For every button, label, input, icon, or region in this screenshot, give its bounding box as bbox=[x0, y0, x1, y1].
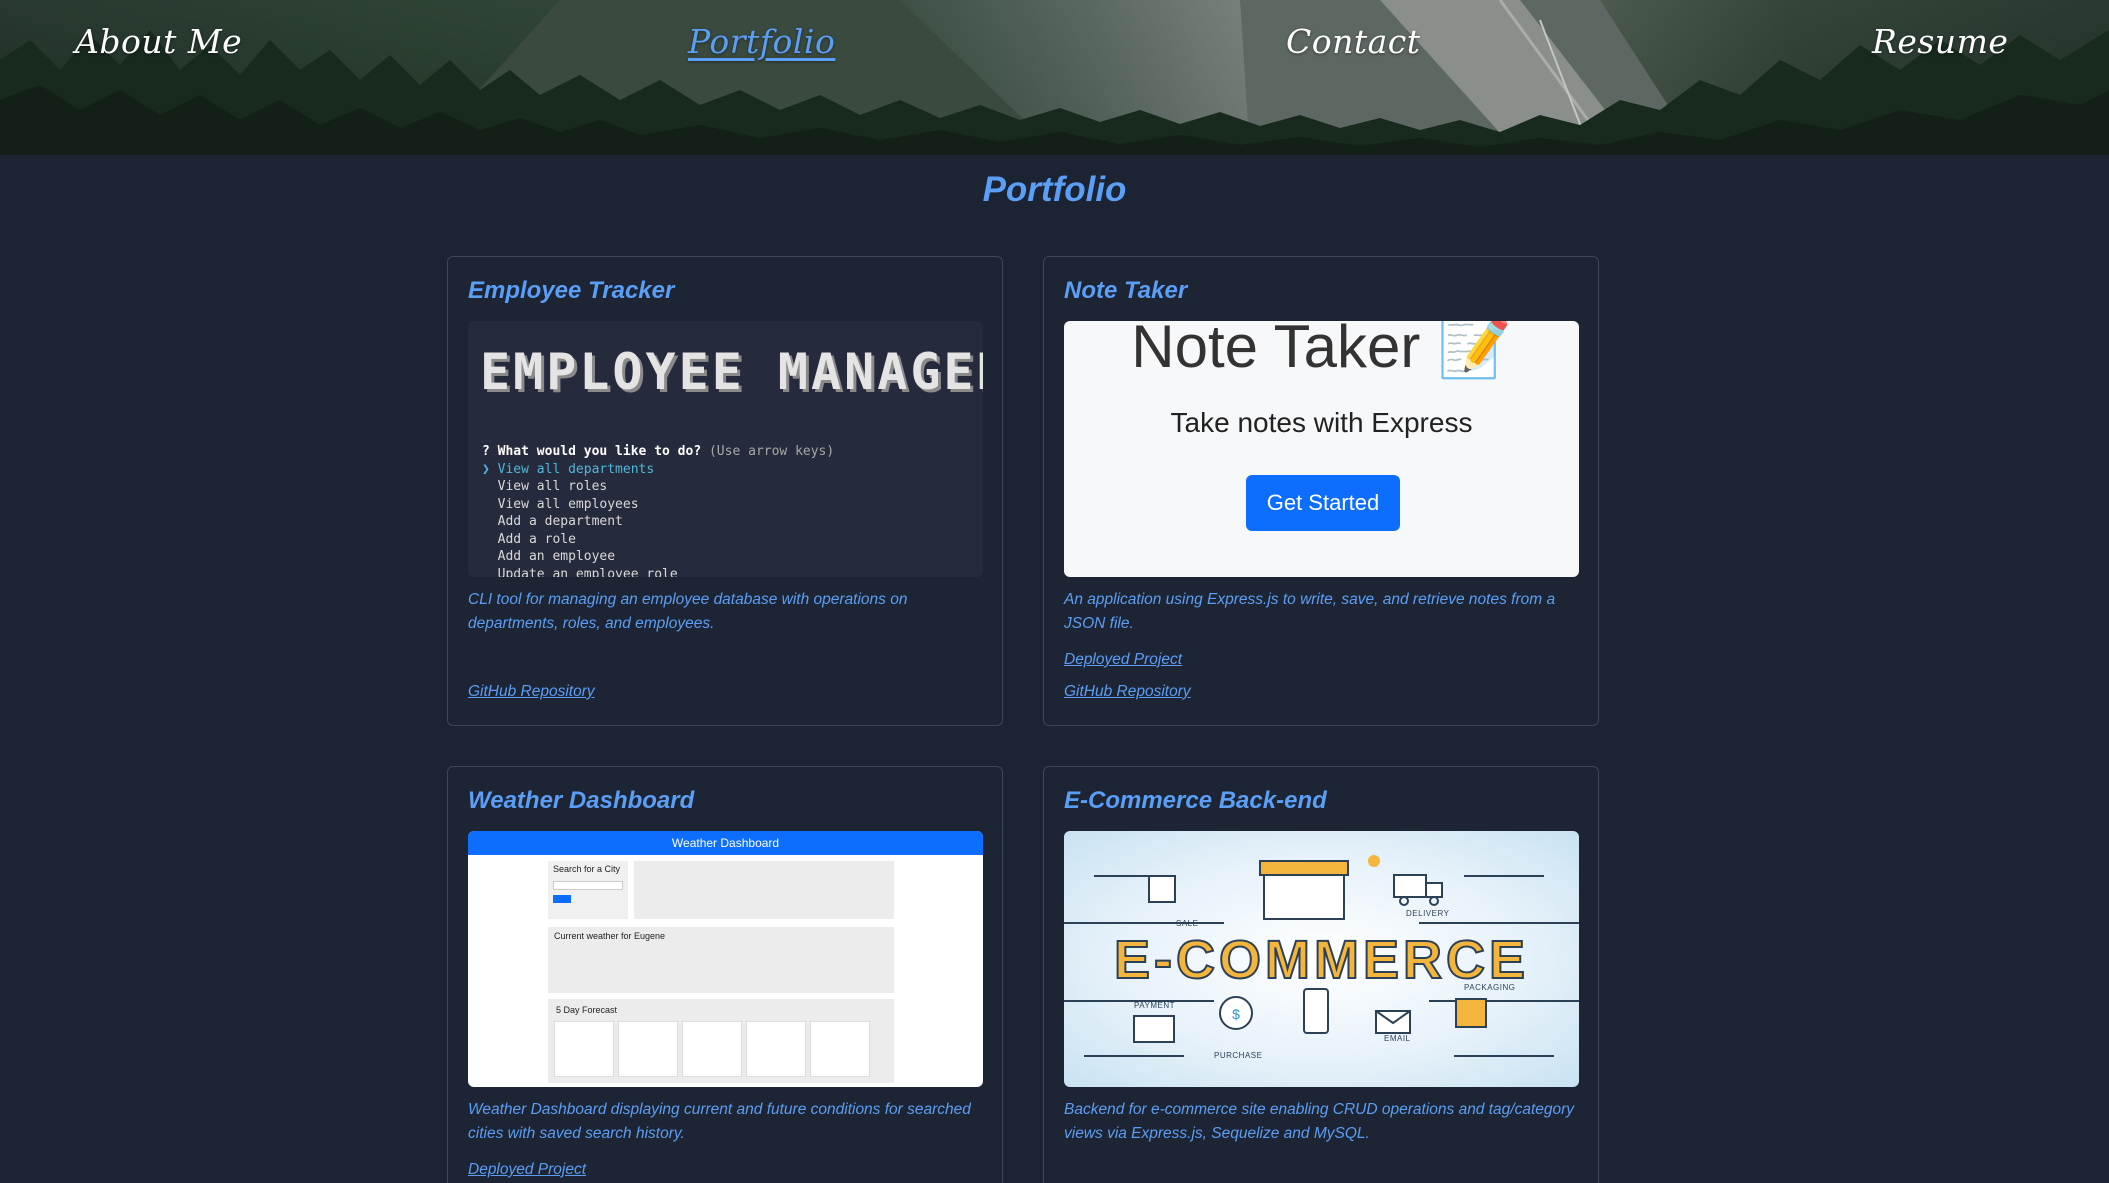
cli-menu: ? What would you like to do? (Use arrow … bbox=[482, 443, 834, 577]
project-description: Weather Dashboard displaying current and… bbox=[468, 1101, 971, 1142]
cli-prompt: What would you like to do? bbox=[497, 444, 702, 459]
search-button bbox=[553, 895, 571, 903]
search-field bbox=[553, 881, 623, 890]
illustration-label: SALE bbox=[1176, 919, 1199, 928]
cli-option: Add a department bbox=[497, 514, 623, 529]
illustration-label: PACKAGING bbox=[1464, 983, 1516, 992]
cli-option: Update an employee role bbox=[497, 566, 678, 578]
note-heading-text: Note Taker bbox=[1131, 321, 1421, 380]
project-title: Employee Tracker bbox=[468, 277, 675, 304]
illustration-label: DELIVERY bbox=[1406, 909, 1450, 918]
main-nav: About Me Portfolio Contact Resume bbox=[0, 0, 2109, 100]
search-label: Search for a City bbox=[553, 864, 621, 874]
project-card-weather-dashboard: Weather Dashboard Weather Dashboard Sear… bbox=[447, 766, 1003, 1183]
ecommerce-wordmark: E-COMMERCE bbox=[1113, 929, 1529, 991]
page-title: Portfolio bbox=[982, 170, 1127, 209]
svg-text:$: $ bbox=[1232, 1006, 1240, 1022]
illustration-label: EMAIL bbox=[1384, 1034, 1411, 1043]
nav-about-me[interactable]: About Me bbox=[75, 22, 242, 61]
memo-icon: 📝 bbox=[1437, 321, 1512, 380]
project-description: Backend for e-commerce site enabling CRU… bbox=[1064, 1101, 1575, 1142]
illustration-label: PAYMENT bbox=[1134, 1001, 1175, 1010]
cli-option: Add an employee bbox=[497, 549, 616, 564]
weather-app-bar: Weather Dashboard bbox=[468, 831, 983, 855]
note-subheading: Take notes with Express bbox=[1170, 407, 1473, 438]
github-repository-link[interactable]: GitHub Repository bbox=[1064, 683, 1191, 701]
search-history-panel bbox=[634, 861, 894, 919]
project-title: Note Taker bbox=[1064, 277, 1188, 304]
forecast-day bbox=[810, 1021, 870, 1077]
nav-portfolio[interactable]: Portfolio bbox=[688, 22, 835, 61]
project-screenshot: EMPLOYEE MANAGER ? What would you like t… bbox=[468, 321, 983, 577]
illustration-label: PURCHASE bbox=[1214, 1051, 1263, 1060]
forecast-day bbox=[682, 1021, 742, 1077]
project-title: Weather Dashboard bbox=[468, 787, 695, 814]
nav-contact[interactable]: Contact bbox=[1286, 22, 1421, 61]
forecast-day bbox=[554, 1021, 614, 1077]
hero-banner: About Me Portfolio Contact Resume bbox=[0, 0, 2109, 155]
project-screenshot: Weather Dashboard Search for a City Curr… bbox=[468, 831, 983, 1087]
cli-option: View all roles bbox=[497, 479, 608, 494]
current-weather-heading: Current weather for Eugene bbox=[554, 931, 666, 941]
cli-option: View all departments bbox=[497, 461, 655, 477]
github-repository-link[interactable]: GitHub Repository bbox=[468, 683, 595, 701]
project-description: An application using Express.js to write… bbox=[1064, 591, 1556, 632]
cli-option: View all employees bbox=[497, 496, 639, 512]
project-card-ecommerce-backend: E-Commerce Back-end $ E-COMMERCE SALE DE… bbox=[1043, 766, 1599, 1183]
cli-option: Add a role bbox=[497, 531, 576, 547]
forecast-heading: 5 Day Forecast bbox=[556, 1005, 618, 1015]
project-title: E-Commerce Back-end bbox=[1064, 787, 1327, 814]
project-card-note-taker: Note Taker Note Taker 📝 Take notes with … bbox=[1043, 256, 1599, 726]
forecast-day bbox=[618, 1021, 678, 1077]
get-started-button: Get Started bbox=[1246, 475, 1400, 531]
project-card-employee-tracker: Employee Tracker EMPLOYEE MANAGER ? What… bbox=[447, 256, 1003, 726]
project-description: CLI tool for managing an employee databa… bbox=[468, 591, 908, 632]
forecast-day bbox=[746, 1021, 806, 1077]
note-heading: Note Taker 📝 bbox=[1064, 321, 1579, 382]
project-screenshot: Note Taker 📝 Take notes with Express Get… bbox=[1064, 321, 1579, 577]
ascii-banner: EMPLOYEE MANAGER bbox=[480, 343, 983, 401]
cli-hint: (Use arrow keys) bbox=[708, 444, 835, 459]
project-screenshot: $ E-COMMERCE SALE DELIVERY PAYMENT PACKA… bbox=[1064, 831, 1579, 1087]
deployed-project-link[interactable]: Deployed Project bbox=[1064, 651, 1182, 669]
deployed-project-link[interactable]: Deployed Project bbox=[468, 1161, 586, 1179]
nav-resume[interactable]: Resume bbox=[1872, 22, 2008, 61]
